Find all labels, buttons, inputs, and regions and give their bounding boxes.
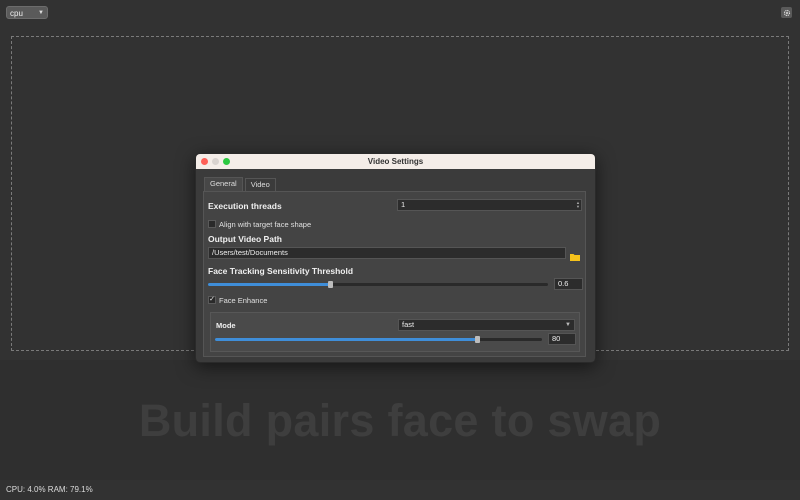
execution-threads-value: 1 xyxy=(401,200,406,209)
mode-label: Mode xyxy=(216,321,236,330)
chevron-down-icon: ▼ xyxy=(565,322,571,328)
sensitivity-value: 0.6 xyxy=(558,279,569,288)
mode-select[interactable]: fast ▼ xyxy=(398,319,575,331)
folder-icon xyxy=(570,254,580,261)
checkmark-icon: ✓ xyxy=(209,296,215,303)
zoom-window-button[interactable] xyxy=(223,158,230,165)
align-face-checkbox[interactable] xyxy=(208,220,216,228)
mode-strength-value-field[interactable]: 80 xyxy=(548,333,576,345)
mode-strength-slider[interactable] xyxy=(215,336,542,343)
dialog-titlebar[interactable]: Video Settings xyxy=(196,154,595,169)
device-select[interactable]: cpu ▼ xyxy=(6,6,48,19)
mode-strength-slider-handle[interactable] xyxy=(474,336,480,343)
face-enhance-options: Mode fast ▼ 80 xyxy=(210,312,580,352)
sensitivity-slider-fill xyxy=(208,283,331,286)
mode-strength-value: 80 xyxy=(552,334,561,343)
output-path-value: /Users/test/Documents xyxy=(212,248,288,257)
minimize-window-button[interactable] xyxy=(212,158,219,165)
execution-threads-spinbox[interactable]: 1 ▲ ▼ xyxy=(397,199,582,211)
video-settings-dialog: Video Settings General Video Execution t… xyxy=(195,153,596,363)
general-panel: Execution threads 1 ▲ ▼ Align with target… xyxy=(203,191,586,357)
output-path-label: Output Video Path xyxy=(208,234,282,244)
sensitivity-slider-handle[interactable] xyxy=(328,281,334,288)
mode-select-value: fast xyxy=(402,320,415,329)
mode-strength-slider-fill xyxy=(215,338,477,341)
device-select-value: cpu xyxy=(10,9,23,18)
chevron-down-icon: ▼ xyxy=(38,10,44,16)
settings-tabs: General Video xyxy=(204,177,278,191)
close-window-button[interactable] xyxy=(201,158,208,165)
status-bar: CPU: 4.0% RAM: 79.1% xyxy=(6,485,93,494)
tab-general[interactable]: General xyxy=(204,177,243,191)
settings-button[interactable] xyxy=(781,7,792,18)
browse-folder-button[interactable] xyxy=(570,248,580,266)
face-enhance-checkbox[interactable]: ✓ xyxy=(208,296,216,304)
sensitivity-value-field[interactable]: 0.6 xyxy=(554,278,583,290)
gear-icon xyxy=(783,9,790,16)
tab-video[interactable]: Video xyxy=(244,178,276,191)
spinbox-arrows-icon[interactable]: ▲ ▼ xyxy=(576,201,580,209)
dialog-title: Video Settings xyxy=(367,157,424,166)
execution-threads-label: Execution threads xyxy=(208,201,282,211)
align-face-label: Align with target face shape xyxy=(219,220,312,229)
output-path-input[interactable]: /Users/test/Documents xyxy=(208,247,566,259)
face-enhance-label: Face Enhance xyxy=(219,296,268,305)
pairs-placeholder-text: Build pairs face to swap xyxy=(138,395,662,446)
sensitivity-label: Face Tracking Sensitivity Threshold xyxy=(208,266,354,276)
sensitivity-slider[interactable] xyxy=(208,281,548,288)
